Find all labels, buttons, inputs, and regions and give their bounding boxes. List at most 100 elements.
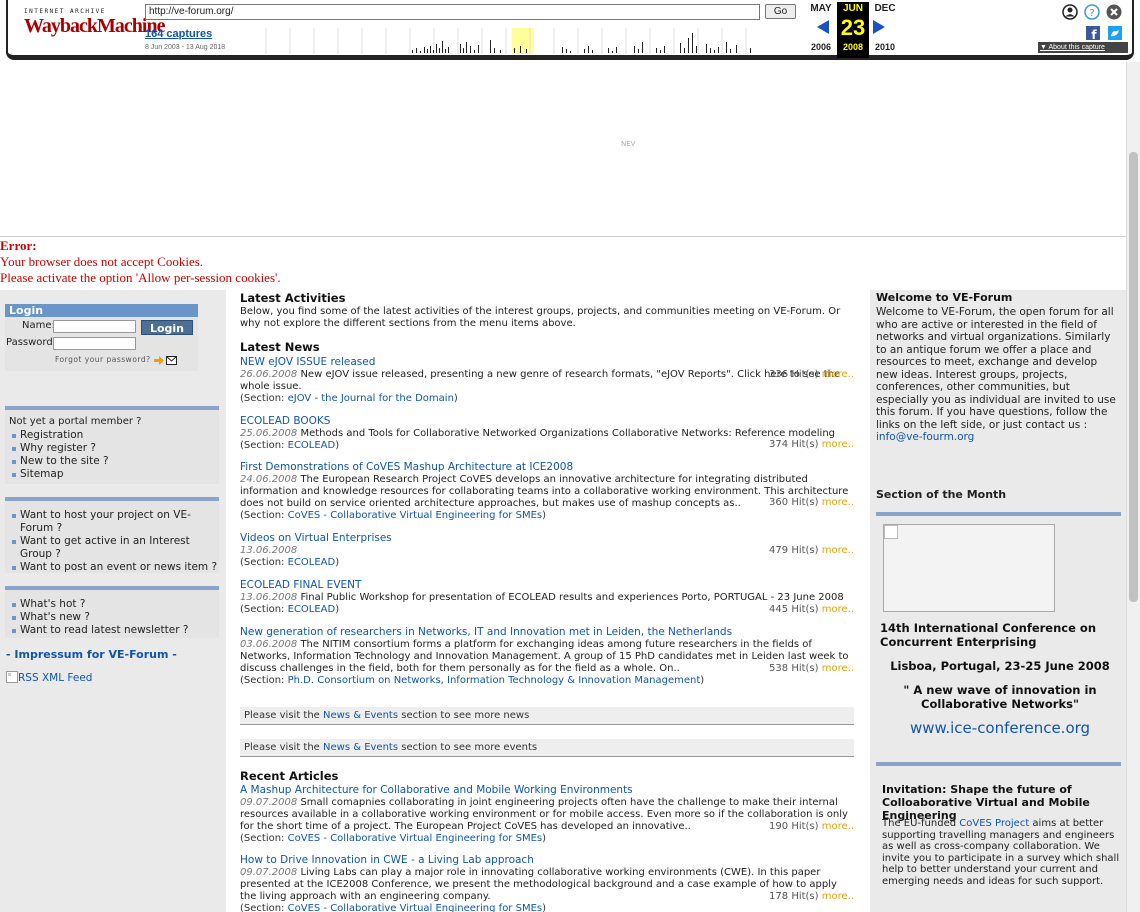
go-button[interactable]: Go (765, 4, 796, 19)
news-item-section: (Section: CoVES - Collaborative Virtual … (240, 510, 854, 522)
news-item-title[interactable]: ECOLEAD FINAL EVENT (240, 579, 854, 592)
about-capture-link[interactable]: ▼ About this capture (1038, 42, 1128, 53)
wayback-frame: INTERNET ARCHIVE WaybackMachine http://v… (6, 0, 1134, 60)
new-to-site-link[interactable]: New to the site ? (12, 455, 219, 468)
captures-range: 8 Jun 2003 - 13 Aug 2018 (145, 44, 226, 51)
news-item-title[interactable]: ECOLEAD BOOKS (240, 415, 854, 428)
section-prefix: (Section: (240, 903, 285, 912)
more-link[interactable]: more.. (822, 891, 854, 902)
hits-count: 538 Hit(s) (769, 663, 819, 674)
welcome-box: Welcome to VE-Forum Welcome to VE-Forum,… (876, 291, 1120, 444)
why-register-link[interactable]: Why register ? (12, 442, 219, 455)
interest-group-link[interactable]: Want to get active in an Interest Group … (12, 535, 219, 561)
cookie-error: Error: Your browser does not accept Cook… (0, 238, 281, 286)
more-link[interactable]: more.. (822, 663, 854, 674)
news-item-section: (Section: ECOLEAD) (240, 557, 854, 569)
newsletter-link[interactable]: Want to read latest newsletter ? (12, 624, 219, 637)
visit-events-link[interactable]: News & Events (323, 742, 398, 753)
news-item-hits: 538 Hit(s) more.. (766, 663, 854, 674)
next-arrow-icon[interactable] (873, 20, 885, 34)
news-item-title[interactable]: First Demonstrations of CoVES Mashup Arc… (240, 461, 854, 474)
section-link[interactable]: ECOLEAD (288, 604, 336, 615)
account-icon[interactable] (1062, 4, 1078, 20)
error-title: Error: (0, 238, 37, 253)
visit-news-link[interactable]: News & Events (323, 710, 398, 721)
conference-image[interactable] (883, 524, 1055, 612)
more-link[interactable]: more.. (822, 439, 854, 450)
news-item-section: (Section: ECOLEAD) (240, 604, 854, 616)
whats-new-links: What's hot ? What's new ? Want to read l… (5, 590, 219, 639)
section-link[interactable]: CoVES - Collaborative Virtual Engineerin… (288, 510, 542, 521)
right-sidebar: Welcome to VE-Forum Welcome to VE-Forum,… (870, 290, 1126, 912)
forgot-password-link[interactable]: Forgot your password? (55, 355, 178, 365)
site-banner: NEV (0, 62, 1126, 237)
more-link[interactable]: more.. (822, 545, 854, 556)
news-item-title[interactable]: New generation of researchers in Network… (240, 626, 854, 639)
capture-sparkline[interactable] (244, 28, 800, 54)
wayback-logo[interactable]: INTERNET ARCHIVE WaybackMachine (24, 8, 165, 44)
hits-count: 178 Hit(s) (769, 891, 819, 902)
name-input[interactable] (53, 320, 136, 333)
activities-text: Below, you find some of the latest activ… (240, 306, 841, 329)
twitter-icon[interactable] (1108, 26, 1122, 40)
rss-feed-link[interactable]: RSS XML Feed (6, 671, 92, 684)
section-link[interactable]: Ph.D. Consortium on Networks, Informatio… (288, 675, 701, 686)
contact-email-link[interactable]: info@ve-fourm.org (876, 431, 974, 443)
registration-link[interactable]: Registration (12, 429, 219, 442)
news-item-title[interactable]: NEW eJOV ISSUE released (240, 356, 854, 369)
close-icon[interactable] (1106, 4, 1122, 20)
article-item-hits: 178 Hit(s) more.. (766, 891, 854, 902)
section-link[interactable]: ECOLEAD (288, 440, 336, 451)
post-event-link[interactable]: Want to post an event or news item ? (12, 561, 219, 574)
whats-hot-link[interactable]: What's hot ? (12, 598, 219, 611)
article-item-title[interactable]: A Mashup Architecture for Collaborative … (240, 784, 854, 797)
welcome-body: Welcome to VE-Forum, the open forum for … (876, 306, 1120, 444)
news-item-text: The NITIM consortium forms a platform fo… (240, 639, 849, 674)
page-scrollbar[interactable] (1126, 62, 1140, 912)
article-item-text: Living Labs can play a major role in inn… (240, 867, 837, 902)
sitemap-link[interactable]: Sitemap (12, 468, 219, 481)
section-link[interactable]: CoVES - Collaborative Virtual Engineerin… (288, 833, 542, 844)
news-item-title[interactable]: Videos on Virtual Enterprises (240, 532, 854, 545)
section-prefix: (Section: (240, 393, 285, 404)
host-project-link[interactable]: Want to host your project on VE-Forum ? (12, 509, 219, 535)
rss-feed-text: RSS XML Feed (18, 672, 93, 684)
news-item-section: (Section: Ph.D. Consortium on Networks, … (240, 675, 854, 687)
wayback-url-input[interactable]: http://ve-forum.org/ (145, 4, 760, 20)
article-item-hits: 190 Hit(s) more.. (766, 821, 854, 832)
section-suffix: ) (700, 675, 705, 686)
svg-text:?: ? (1089, 8, 1094, 19)
help-icon[interactable]: ? (1084, 4, 1100, 20)
conference-url-link[interactable]: www.ice-conference.org (880, 721, 1120, 736)
news-item-text: The European Research Project CoVES deve… (240, 474, 849, 509)
section-link[interactable]: CoVES - Collaborative Virtual Engineerin… (288, 903, 542, 912)
article-item: A Mashup Architecture for Collaborative … (240, 784, 854, 845)
facebook-icon[interactable]: f (1086, 26, 1100, 40)
article-item-text: Small comapnies collaborating in joint e… (240, 797, 848, 832)
more-link[interactable]: more.. (822, 604, 854, 615)
hits-count: 374 Hit(s) (769, 439, 819, 450)
section-link[interactable]: eJOV - the Journal for the Domain (288, 393, 454, 404)
article-item-title[interactable]: How to Drive Innovation in CWE - a Livin… (240, 854, 854, 867)
section-prefix: (Section: (240, 675, 285, 686)
news-item-text: Methods and Tools for Collaborative Netw… (300, 428, 835, 439)
more-link[interactable]: more.. (822, 497, 854, 508)
scrollbar-thumb[interactable] (1129, 152, 1138, 602)
news-item-text: Final Public Workshop for presentation o… (300, 592, 844, 603)
current-month: JUN (842, 3, 863, 14)
visit-events-post: section to see more events (398, 742, 538, 753)
login-button[interactable]: Login (141, 320, 193, 335)
news-item: NEW eJOV ISSUE released 26.06.2008 New e… (240, 356, 854, 405)
prev-year: 2006 (810, 42, 832, 52)
more-link[interactable]: more.. (822, 821, 854, 832)
prev-arrow-icon[interactable] (817, 20, 829, 34)
password-label: Password: (6, 337, 57, 348)
whats-new-link[interactable]: What's new ? (12, 611, 219, 624)
captures-link[interactable]: 164 captures (145, 28, 212, 40)
divider (876, 512, 1121, 516)
more-link[interactable]: more.. (822, 369, 854, 380)
impressum-link[interactable]: - Impressum for VE-Forum - (6, 648, 177, 661)
password-input[interactable] (53, 337, 136, 350)
coves-project-link[interactable]: CoVES Project (959, 818, 1029, 829)
section-link[interactable]: ECOLEAD (288, 557, 336, 568)
